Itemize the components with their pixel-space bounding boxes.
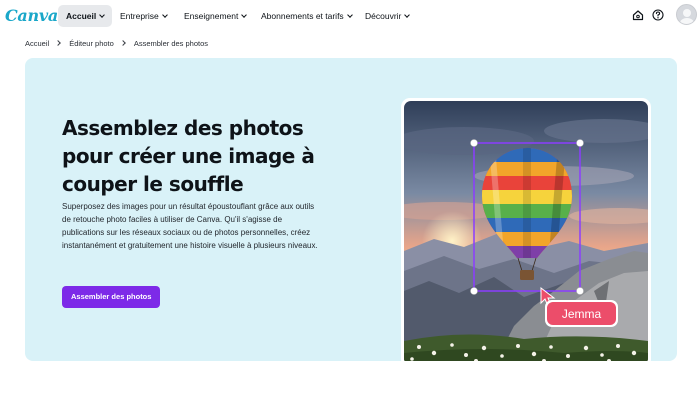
nav-item-label: Abonnements et tarifs (261, 11, 344, 21)
nav-item-accueil[interactable]: Accueil (58, 5, 113, 27)
breadcrumb-item-current: Assembler des photos (133, 38, 209, 48)
hero-title-line: pour créer une image à (62, 144, 315, 168)
nav-item-decouvrir[interactable]: Découvrir (357, 5, 417, 27)
nav-item-label: Enseignement (184, 11, 239, 21)
avatar-body (680, 18, 694, 24)
nav-item-entreprise[interactable]: Entreprise (112, 5, 175, 27)
hero-title: Assemblez des photos pour créer une imag… (62, 114, 322, 198)
hero-illustration: Jemma (401, 98, 651, 361)
home-icon[interactable] (632, 9, 644, 21)
canva-logo[interactable]: Canva (5, 6, 58, 25)
nav-item-label: Entreprise (120, 11, 159, 21)
avatar[interactable] (676, 4, 697, 25)
chevron-down-icon (241, 12, 248, 18)
breadcrumb-item-editeur-photo[interactable]: Éditeur photo (69, 39, 114, 48)
chevron-down-icon (346, 12, 353, 18)
breadcrumb-item-accueil[interactable]: Accueil (25, 39, 49, 48)
chevron-right-icon (119, 40, 126, 46)
hero-title-line: couper le souffle (62, 172, 244, 196)
hero-section: Assemblez des photos pour créer une imag… (25, 58, 677, 361)
chevron-down-icon (161, 12, 168, 18)
help-icon[interactable] (652, 9, 664, 21)
chevron-down-icon (99, 12, 106, 18)
nav-item-abonnements[interactable]: Abonnements et tarifs (253, 5, 360, 27)
nav-item-enseignement[interactable]: Enseignement (176, 5, 254, 27)
hero-title-line: Assemblez des photos (62, 116, 304, 140)
breadcrumb: Accueil Éditeur photo Assembler des phot… (25, 37, 208, 49)
hero-description: Superposez des images pour un résultat é… (62, 202, 318, 250)
assemble-photos-button[interactable]: Assembler des photos (62, 286, 161, 308)
nav-item-label: Accueil (66, 11, 97, 21)
balloon-photo: Jemma (404, 101, 648, 361)
top-navigation: Canva Accueil Entreprise Enseignement Ab… (0, 0, 700, 32)
collaborator-tag-label: Jemma (562, 307, 602, 321)
avatar-head (683, 9, 691, 17)
chevron-down-icon (404, 12, 411, 18)
nav-item-label: Découvrir (365, 11, 402, 21)
chevron-right-icon (55, 40, 62, 46)
